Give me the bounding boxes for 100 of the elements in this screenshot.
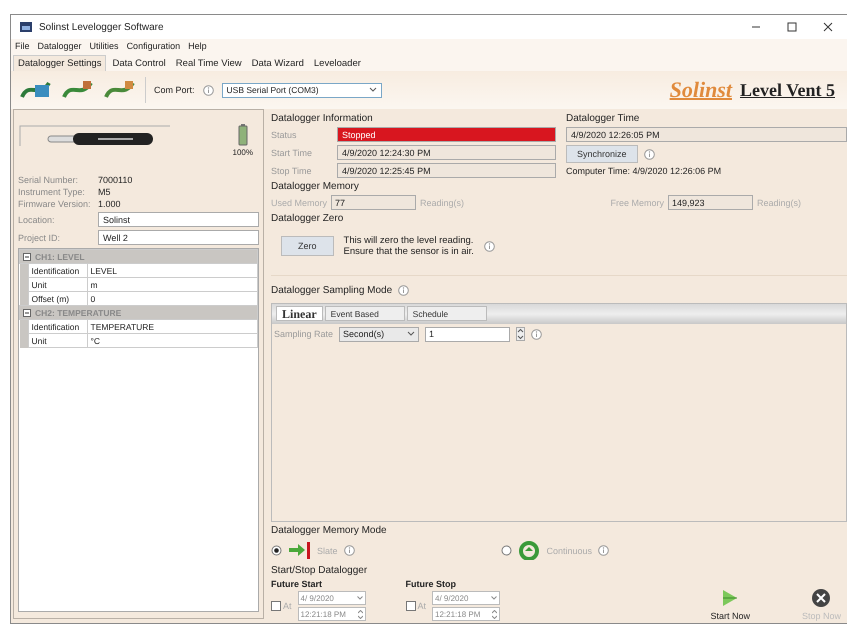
field-label: Free Memory	[610, 198, 664, 208]
unit-dropdown[interactable]: Second(s)	[339, 326, 420, 342]
tab[interactable]: Data Wizard	[248, 56, 308, 71]
checkbox-label: At	[418, 601, 426, 611]
section-title: Datalogger Information	[271, 113, 374, 124]
tab[interactable]: Data Control	[108, 56, 170, 71]
checkbox[interactable]	[406, 601, 416, 611]
section-title: Datalogger Sampling Mode	[271, 284, 392, 296]
field-label: Status	[271, 130, 298, 140]
text-field[interactable]: Well 2	[98, 230, 259, 245]
property-value: m	[87, 278, 258, 292]
field-label: Location:	[18, 214, 56, 224]
help-icon[interactable]	[202, 84, 214, 96]
product-logo: Level Vent 5	[740, 80, 835, 100]
section-title: Datalogger Memory	[271, 181, 360, 192]
battery-icon	[238, 124, 248, 146]
property-name: Identification	[28, 320, 87, 334]
caret-icon	[491, 596, 498, 600]
field-label: Stop Time	[271, 166, 313, 176]
group-header: CH1: LEVEL	[35, 252, 85, 262]
rate-field[interactable]: 1	[425, 326, 510, 342]
field-label: Used Memory	[271, 198, 328, 208]
time-field: 4/9/2020 12:26:05 PM	[566, 127, 847, 142]
window-title: Solinst Levelogger Software	[39, 22, 164, 32]
field-label: Start Time	[271, 148, 314, 158]
help-icon[interactable]	[344, 545, 355, 556]
property-name: Unit	[28, 334, 87, 348]
property-value: TEMPERATURE	[87, 320, 258, 334]
time-spin-field[interactable]: 12:21:18 PM	[298, 607, 366, 621]
info-value: 7000110	[98, 175, 134, 185]
radio-button[interactable]	[271, 545, 282, 556]
help-icon[interactable]	[484, 240, 495, 252]
zero-button[interactable]: Zero	[281, 236, 334, 256]
spinner-icon	[492, 610, 498, 618]
menu-item[interactable]: Utilities	[90, 41, 119, 51]
help-icon[interactable]	[644, 148, 655, 160]
computer-time: Computer Time: 4/9/2020 12:26:06 PM	[566, 166, 722, 176]
tab[interactable]: Real Time View	[172, 56, 246, 71]
radio-button[interactable]	[500, 545, 512, 556]
collapse-icon[interactable]	[23, 308, 31, 316]
tab[interactable]: Leveloader	[310, 56, 365, 71]
info-label: Instrument Type:	[18, 187, 86, 197]
schedule-title: Future Stop	[406, 579, 458, 589]
menu-item[interactable]: File	[15, 41, 30, 51]
status-field: Stopped	[337, 127, 556, 142]
help-icon[interactable]	[531, 328, 542, 340]
memory-field: 149,923	[668, 195, 753, 210]
collapse-icon[interactable]	[23, 252, 31, 260]
start-button[interactable]: Start Now	[704, 587, 756, 621]
info-label: Serial Number:	[18, 175, 80, 185]
time-field: 4/9/2020 12:25:45 PM	[337, 163, 556, 178]
stop-icon	[810, 587, 832, 609]
text-field[interactable]: Solinst	[98, 212, 259, 227]
mode-tab[interactable]: Event Based	[324, 306, 405, 322]
synchronize-button[interactable]: Synchronize	[566, 145, 638, 163]
menu-item[interactable]: Datalogger	[38, 41, 82, 51]
section-title: Datalogger Time	[566, 113, 640, 124]
caret-icon	[356, 596, 363, 600]
time-field: 4/9/2020 12:24:30 PM	[337, 145, 556, 160]
property-value: LEVEL	[87, 264, 258, 278]
caret-icon	[368, 87, 377, 93]
checkbox-label: At	[283, 601, 292, 611]
property-value: °C	[87, 334, 258, 348]
field-label: Project ID:	[18, 232, 62, 242]
date-field[interactable]: 4/ 9/2020	[432, 591, 500, 605]
info-label: Firmware Version:	[18, 199, 92, 209]
section-title: Datalogger Memory Mode	[271, 525, 388, 536]
close-icon[interactable]	[823, 22, 833, 32]
caret-icon	[407, 331, 416, 338]
zero-description: This will zero the level reading. Ensure that the sensor is in air.	[344, 235, 474, 258]
help-icon[interactable]	[398, 284, 410, 296]
spinner-icon[interactable]	[516, 327, 526, 342]
info-value: 1.000	[98, 199, 122, 209]
mode-tab[interactable]: Linear	[276, 306, 323, 322]
section-title: Start/Stop Datalogger	[271, 565, 368, 576]
spinner-icon	[358, 610, 363, 618]
menu-item[interactable]: Configuration	[126, 41, 180, 51]
schedule-title: Future Start	[271, 579, 324, 589]
com-port-label: Com Port:	[154, 85, 195, 95]
info-value: M5	[98, 187, 112, 197]
tab[interactable]: Datalogger Settings	[13, 55, 106, 71]
property-name: Unit	[28, 278, 87, 292]
com-port-dropdown[interactable]: USB Serial Port (COM3)	[222, 82, 382, 98]
unit-label: Reading(s)	[757, 198, 802, 208]
arrow-stop-icon	[288, 541, 311, 560]
help-icon[interactable]	[598, 545, 610, 556]
mode-tab[interactable]: Schedule	[406, 306, 487, 322]
battery-percent: 100%	[232, 148, 253, 157]
menu-item[interactable]: Help	[188, 41, 207, 51]
app-icon	[19, 21, 33, 33]
section-title: Datalogger Zero	[271, 213, 344, 224]
brand-logo: Solinst	[670, 77, 732, 103]
checkbox[interactable]	[271, 601, 281, 611]
maximize-icon[interactable]	[787, 22, 797, 32]
option-label: Continuous	[546, 546, 592, 556]
field-label: Sampling Rate	[274, 329, 334, 340]
unit-label: Reading(s)	[420, 198, 464, 208]
property-name: Identification	[28, 264, 87, 278]
time-spin-field[interactable]: 12:21:18 PM	[432, 607, 500, 621]
date-field[interactable]: 4/ 9/2020	[298, 591, 366, 605]
